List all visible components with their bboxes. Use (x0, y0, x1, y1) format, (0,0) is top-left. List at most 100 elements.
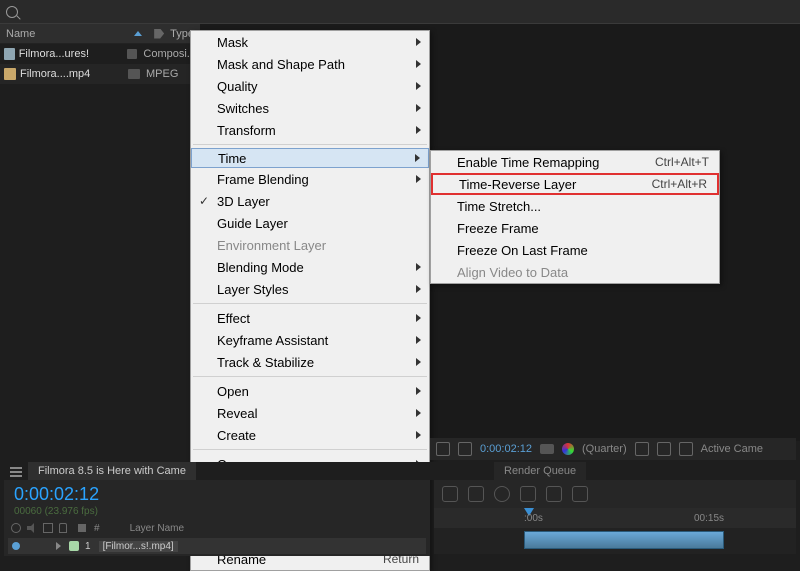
menu-item-enable-time-remapping[interactable]: Enable Time RemappingCtrl+Alt+T (431, 151, 719, 173)
transparency-grid-icon[interactable] (657, 442, 671, 456)
timeline-tabs: Filmora 8.5 is Here with Came (4, 462, 796, 480)
layer-clip[interactable] (524, 531, 724, 549)
layer-label-icon[interactable] (69, 541, 79, 551)
menu-item-3d-layer[interactable]: ✓3D Layer (191, 190, 429, 212)
menu-separator (193, 376, 427, 377)
submenu-arrow-icon (416, 126, 421, 134)
viewer-timecode[interactable]: 0:00:02:12 (480, 443, 532, 455)
label-column-icon[interactable] (78, 524, 86, 532)
menu-item-time[interactable]: Time (191, 148, 429, 168)
menu-item-label: Mask (217, 35, 248, 50)
menu-item-freeze-frame[interactable]: Freeze Frame (431, 217, 719, 239)
menu-item-environment-layer: Environment Layer (191, 234, 429, 256)
menu-item-layer-styles[interactable]: Layer Styles (191, 278, 429, 300)
color-management-icon[interactable] (562, 443, 574, 455)
fast-preview-icon[interactable] (635, 442, 649, 456)
active-camera-label[interactable]: Active Came (701, 443, 763, 455)
tab-overflow-icon[interactable] (10, 465, 22, 477)
menu-shortcut: Ctrl+Alt+R (652, 177, 707, 191)
menu-item-align-video-to-data: Align Video to Data (431, 261, 719, 283)
item-name: Filmora...ures! (19, 48, 121, 60)
project-item[interactable]: Filmora....mp4 MPEG (0, 64, 200, 84)
render-queue-tab[interactable]: Render Queue (494, 462, 586, 480)
menu-item-effect[interactable]: Effect (191, 307, 429, 329)
comp-flowchart-icon[interactable] (442, 486, 458, 502)
menu-item-label: Keyframe Assistant (217, 333, 328, 348)
project-item[interactable]: Filmora...ures! Composi... (0, 44, 200, 64)
current-timecode[interactable]: 0:00:02:12 (14, 484, 99, 505)
visibility-toggle-icon[interactable] (12, 542, 20, 550)
menu-item-label: Layer Styles (217, 282, 289, 297)
menu-item-label: Quality (217, 79, 257, 94)
menu-item-label: Align Video to Data (457, 265, 568, 280)
menu-item-label: Mask and Shape Path (217, 57, 345, 72)
menu-item-label: Time Stretch... (457, 199, 541, 214)
menu-item-label: Reveal (217, 406, 257, 421)
snapshot-icon[interactable] (540, 444, 554, 454)
lock-column-icon[interactable] (59, 523, 67, 533)
search-icon (6, 6, 18, 18)
menu-item-label: Environment Layer (217, 238, 326, 253)
menu-item-transform[interactable]: Transform (191, 119, 429, 141)
menu-item-quality[interactable]: Quality (191, 75, 429, 97)
hide-shy-layers-icon[interactable] (494, 486, 510, 502)
column-name[interactable]: Name (6, 28, 128, 40)
menu-separator (193, 303, 427, 304)
timeline-layer-row[interactable]: 1 [Filmor...s!.mp4] (8, 538, 426, 554)
menu-item-label: Transform (217, 123, 276, 138)
menu-item-label: 3D Layer (217, 194, 270, 209)
menu-item-time-stretch[interactable]: Time Stretch... (431, 195, 719, 217)
menu-item-reveal[interactable]: Reveal (191, 402, 429, 424)
video-file-icon (4, 68, 16, 80)
ruler-label: 00:15s (694, 513, 724, 524)
tab-label: Render Queue (504, 465, 576, 477)
menu-item-keyframe-assistant[interactable]: Keyframe Assistant (191, 329, 429, 351)
expand-layer-icon[interactable] (56, 542, 61, 550)
graph-editor-icon[interactable] (572, 486, 588, 502)
draft-3d-icon[interactable] (468, 486, 484, 502)
frame-rate-info: 00060 (23.976 fps) (14, 506, 98, 517)
composition-tab[interactable]: Filmora 8.5 is Here with Came (28, 462, 196, 480)
region-of-interest-icon[interactable] (436, 442, 450, 456)
viewer-resolution[interactable]: (Quarter) (582, 443, 627, 455)
menu-item-label: Switches (217, 101, 269, 116)
solo-column-icon[interactable] (43, 523, 53, 533)
sort-ascending-icon[interactable] (134, 31, 142, 36)
menu-item-mask[interactable]: Mask (191, 31, 429, 53)
search-bar[interactable] (0, 0, 800, 24)
view-layout-icon[interactable] (679, 442, 693, 456)
menu-item-guide-layer[interactable]: Guide Layer (191, 212, 429, 234)
menu-item-freeze-on-last-frame[interactable]: Freeze On Last Frame (431, 239, 719, 261)
tab-label: Filmora 8.5 is Here with Came (38, 465, 186, 477)
submenu-arrow-icon (416, 285, 421, 293)
item-type: MPEG (146, 68, 178, 80)
menu-item-switches[interactable]: Switches (191, 97, 429, 119)
submenu-arrow-icon (416, 263, 421, 271)
menu-item-time-reverse-layer[interactable]: Time-Reverse LayerCtrl+Alt+R (431, 173, 719, 195)
project-columns-header[interactable]: Name Type (0, 24, 200, 44)
label-column-icon[interactable] (154, 29, 164, 39)
menu-item-create[interactable]: Create (191, 424, 429, 446)
menu-item-label: Guide Layer (217, 216, 288, 231)
submenu-arrow-icon (415, 154, 420, 162)
visibility-column-icon[interactable] (11, 523, 21, 533)
menu-separator (193, 449, 427, 450)
menu-item-label: Freeze On Last Frame (457, 243, 588, 258)
time-ruler[interactable]: :00s 00:15s (434, 508, 796, 528)
menu-item-label: Open (217, 384, 249, 399)
ruler-label: :00s (524, 513, 543, 524)
menu-item-track-stabilize[interactable]: Track & Stabilize (191, 351, 429, 373)
menu-item-blending-mode[interactable]: Blending Mode (191, 256, 429, 278)
timeline-track-area[interactable] (434, 528, 796, 554)
menu-item-frame-blending[interactable]: Frame Blending (191, 168, 429, 190)
menu-item-label: Enable Time Remapping (457, 155, 599, 170)
menu-item-label: Blending Mode (217, 260, 304, 275)
submenu-arrow-icon (416, 358, 421, 366)
menu-item-open[interactable]: Open (191, 380, 429, 402)
grid-guides-icon[interactable] (458, 442, 472, 456)
menu-item-label: Frame Blending (217, 172, 309, 187)
frame-blend-icon[interactable] (520, 486, 536, 502)
audio-column-icon[interactable] (27, 523, 37, 533)
menu-item-mask-and-shape-path[interactable]: Mask and Shape Path (191, 53, 429, 75)
motion-blur-icon[interactable] (546, 486, 562, 502)
